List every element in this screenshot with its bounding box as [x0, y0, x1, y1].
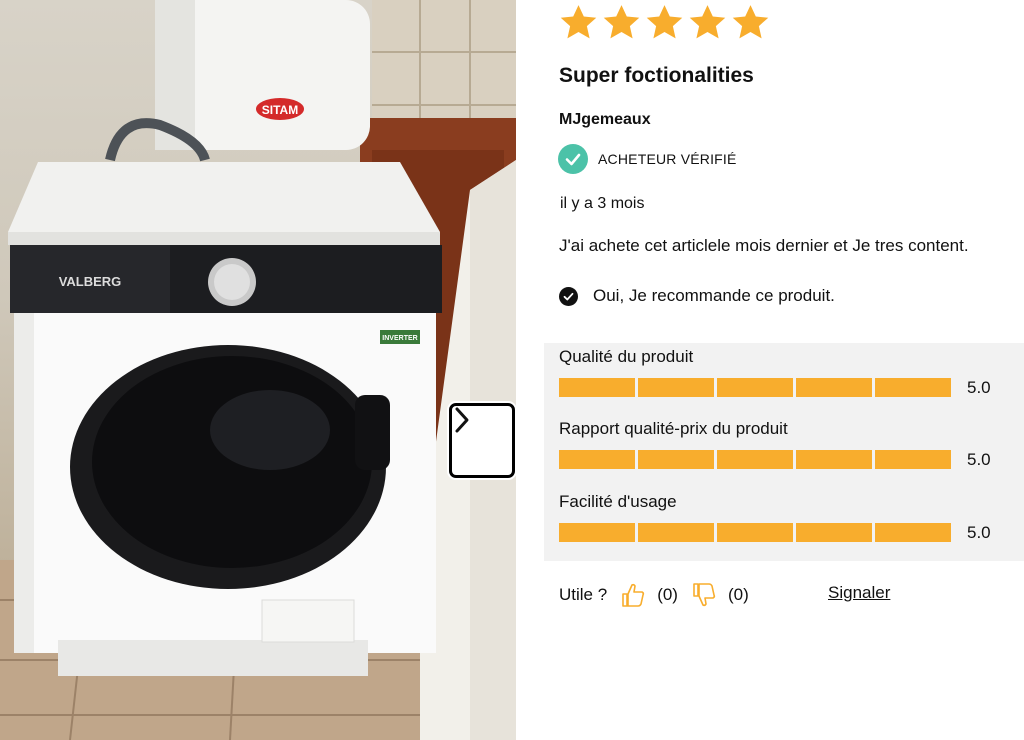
rating-bar — [559, 378, 951, 397]
verified-buyer-label: ACHETEUR VÉRIFIÉ — [598, 151, 737, 167]
star-icon — [560, 5, 597, 39]
rating-stars — [558, 2, 771, 44]
criterion-label: Qualité du produit — [559, 347, 694, 366]
washing-machine-photo: SITAM VALBERG INVERTER — [0, 0, 516, 740]
criterion-quality: Qualité du produit 5.0 — [559, 347, 1009, 397]
recommendation-label: Oui, Je recommande ce produit. — [593, 286, 835, 305]
check-circle-icon — [558, 144, 588, 174]
review-author: MJgemeaux — [559, 111, 651, 128]
inverter-badge: INVERTER — [382, 335, 417, 342]
thumbs-up-icon[interactable] — [621, 582, 645, 608]
verified-buyer-badge: ACHETEUR VÉRIFIÉ — [558, 144, 737, 174]
star-icon — [689, 5, 726, 39]
criterion-value-for-money: Rapport qualité-prix du produit 5.0 — [559, 419, 1009, 469]
chevron-right-icon — [455, 407, 469, 433]
review-card: Super foctionalities MJgemeaux ACHETEUR … — [516, 0, 1024, 740]
boiler-brand-label: SITAM — [262, 103, 298, 117]
check-icon — [559, 286, 578, 306]
review-photo: SITAM VALBERG INVERTER — [0, 0, 516, 740]
star-icon — [603, 5, 640, 39]
review-title: Super foctionalities — [559, 64, 754, 87]
criterion-ease-of-use: Facilité d'usage 5.0 — [559, 492, 1009, 542]
criteria-ratings: Qualité du produit 5.0 Rapport qualité-p… — [544, 343, 1024, 561]
machine-brand-label: VALBERG — [59, 274, 122, 289]
star-icon — [646, 5, 683, 39]
gallery-next-button[interactable] — [449, 403, 515, 478]
helpful-no-count: (0) — [727, 585, 749, 604]
rating-bar — [559, 450, 951, 469]
helpful-yes-count: (0) — [657, 585, 678, 604]
criterion-value: 5.0 — [967, 378, 991, 397]
criterion-value: 5.0 — [967, 523, 991, 542]
criterion-label: Facilité d'usage — [559, 492, 677, 511]
rating-bar — [559, 523, 951, 542]
recommendation: Oui, Je recommande ce produit. — [559, 286, 835, 306]
star-icon — [732, 5, 769, 39]
helpful-label: Utile ? — [559, 585, 608, 604]
report-link[interactable]: Signaler — [828, 583, 890, 603]
review-date: il y a 3 mois — [560, 195, 645, 212]
criterion-label: Rapport qualité-prix du produit — [559, 419, 788, 438]
criterion-value: 5.0 — [967, 450, 991, 469]
thumbs-down-icon[interactable] — [692, 582, 716, 608]
review-body: J'ai achete cet articlele mois dernier e… — [559, 236, 969, 255]
helpful-votes: Utile ? (0) (0) — [559, 582, 763, 608]
